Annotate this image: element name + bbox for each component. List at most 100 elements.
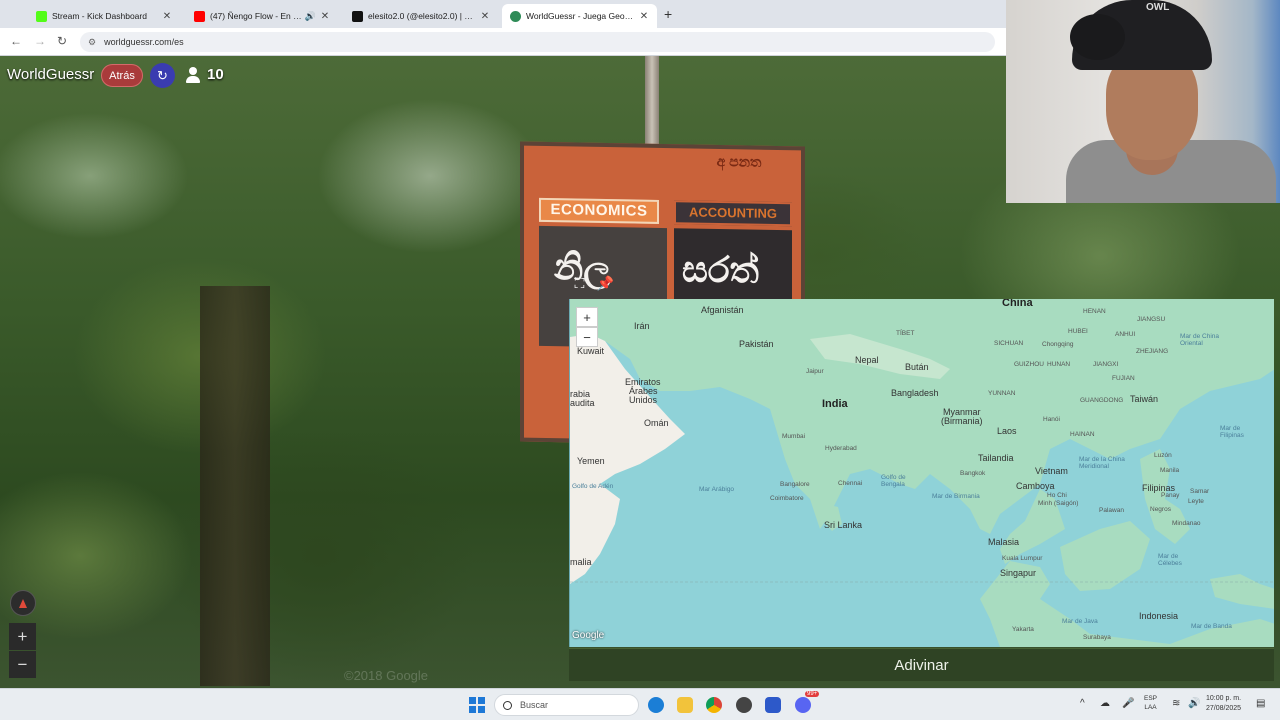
tab-tiktok[interactable]: elesito2.0 (@elesito2.0) | TikTok ✕ (344, 4, 498, 28)
refresh-icon[interactable]: ↻ (150, 63, 175, 88)
url-field[interactable]: ⚙ worldguessr.com/es (80, 32, 995, 52)
youtube-icon (194, 10, 205, 22)
reload-icon[interactable]: ↻ (57, 34, 67, 48)
map-label: Hyderabad (825, 445, 857, 452)
webcam-cap-brim (1070, 14, 1125, 60)
compass-icon[interactable] (10, 590, 36, 616)
lang-line-1: ESP (1144, 695, 1158, 702)
discord-notification-badge: 99+ (805, 691, 820, 697)
map-label: Bangladesh (891, 388, 939, 398)
search-icon (503, 700, 512, 710)
map-label: Yakarta (1012, 626, 1034, 633)
map-label: India (822, 398, 848, 410)
tab-title: Stream - Kick Dashboard (52, 11, 147, 21)
webcam-overlay: OWL (1006, 0, 1280, 203)
map-label: Unidos (629, 395, 658, 405)
worldguessr-icon (510, 10, 521, 22)
map-zoom-out-button[interactable]: − (576, 327, 598, 347)
back-button[interactable]: Atrás (101, 64, 143, 87)
edge-icon[interactable] (648, 697, 664, 713)
map-label: Coimbatore (770, 495, 804, 502)
map-label: Afganistán (701, 305, 744, 315)
map-label: SICHUAN (994, 340, 1024, 347)
system-clock[interactable]: 10:00 p. m. 27/08/2025 (1206, 694, 1241, 714)
player-count-value: 10 (207, 66, 224, 83)
tiktok-icon (352, 10, 363, 22)
map-label: (Birmania) (941, 416, 983, 426)
guess-map[interactable]: China Afganistán Irán Pakistán Kuwait Ne… (569, 299, 1274, 647)
map-label: JIANGXI (1093, 361, 1119, 368)
wifi-icon[interactable]: ≋ (1172, 698, 1180, 709)
map-label: Mar de China Oriental (1180, 333, 1220, 347)
map-label: Taiwán (1130, 394, 1159, 404)
close-tab-icon[interactable]: ✕ (639, 11, 649, 22)
microphone-icon[interactable]: 🎤 (1122, 698, 1134, 709)
map-label: malia (570, 557, 592, 567)
tab-kick-dashboard[interactable]: Stream - Kick Dashboard ✕ (28, 4, 180, 28)
map-label: YUNNAN (988, 390, 1016, 397)
sign-label-accounting: ACCOUNTING (674, 200, 792, 227)
map-label: Ho Chi (1047, 492, 1067, 499)
tab-worldguessr[interactable]: WorldGuessr - Juega GeoGuess ✕ (502, 4, 657, 28)
map-label: JIANGSU (1137, 316, 1166, 323)
keyboard-language[interactable]: ESP LAA (1144, 694, 1157, 712)
close-tab-icon[interactable]: ✕ (162, 11, 172, 22)
map-label: Hanói (1043, 416, 1060, 423)
windows-start-icon[interactable] (469, 697, 485, 713)
map-label: HAINAN (1070, 431, 1095, 438)
network-icon[interactable]: ☁ (1100, 698, 1110, 709)
map-label: HENAN (1083, 308, 1106, 315)
map-label: ANHUI (1115, 331, 1136, 338)
speaker-icon[interactable]: 🔊 (305, 11, 316, 22)
player-count: 10 (185, 66, 224, 83)
chevron-up-icon[interactable]: ^ (1080, 698, 1085, 709)
screen: Stream - Kick Dashboard ✕ (47) Ñengo Flo… (0, 0, 1280, 720)
map-label: Mumbai (782, 433, 806, 440)
map-label: Malasia (988, 537, 1020, 547)
zoom-in-button[interactable]: + (9, 623, 36, 650)
map-label: Nepal (855, 355, 879, 365)
map-label: Bangkok (960, 470, 986, 477)
url-text: worldguessr.com/es (104, 37, 184, 47)
person-icon (185, 66, 201, 83)
tab-youtube[interactable]: (47) Ñengo Flow - En Las N 🔊 ✕ (186, 4, 338, 28)
file-explorer-icon[interactable] (677, 697, 693, 713)
site-info-icon[interactable]: ⚙ (88, 37, 96, 48)
map-label: Pakistán (739, 339, 774, 349)
map-label: Leyte (1188, 498, 1204, 505)
map-zoom-in-button[interactable]: + (576, 307, 598, 327)
worldguessr-logo: WorldGuessr (7, 66, 95, 83)
guess-button[interactable]: Adivinar (569, 648, 1274, 681)
sign-header-text: අ පනත (716, 152, 762, 170)
map-label: Mar de Birmania (932, 493, 980, 500)
new-tab-icon[interactable]: + (664, 6, 672, 22)
chrome-icon[interactable] (706, 697, 722, 713)
taskbar-search-placeholder: Buscar (520, 700, 549, 710)
volume-icon[interactable]: 🔊 (1188, 698, 1200, 709)
map-label: Bangalore (780, 481, 810, 488)
obs-icon[interactable] (736, 697, 752, 713)
map-label: Minh (Saigón) (1038, 500, 1079, 507)
pin-map-icon[interactable]: 📌 (594, 272, 617, 295)
map-label: TÍBET (896, 330, 915, 337)
map-label: FUJIAN (1112, 375, 1135, 382)
map-label: China (1002, 299, 1033, 309)
map-label: GUANGDONG (1080, 397, 1124, 404)
map-label: Camboya (1016, 481, 1055, 491)
store-icon[interactable] (765, 697, 781, 713)
kick-icon (36, 10, 47, 22)
close-tab-icon[interactable]: ✕ (320, 11, 330, 22)
expand-map-icon[interactable]: ⛶ (568, 272, 591, 295)
discord-icon[interactable] (795, 697, 811, 713)
taskbar: Buscar 99+ ^ ☁ 🎤 ESP LAA ≋ 🔊 10:00 p. m.… (0, 688, 1280, 720)
back-arrow-icon[interactable]: ← (10, 34, 22, 48)
forward-arrow-icon[interactable]: → (34, 34, 46, 48)
tab-title: (47) Ñengo Flow - En Las N (210, 11, 302, 21)
notification-icon[interactable]: ▤ (1256, 698, 1265, 709)
map-label: Negros (1150, 506, 1171, 513)
taskbar-search-box[interactable]: Buscar (494, 694, 639, 716)
zoom-out-button[interactable]: − (9, 651, 36, 678)
close-tab-icon[interactable]: ✕ (480, 11, 490, 22)
map-label: Luzón (1154, 452, 1172, 459)
tab-title: WorldGuessr - Juega GeoGuess (526, 11, 635, 21)
